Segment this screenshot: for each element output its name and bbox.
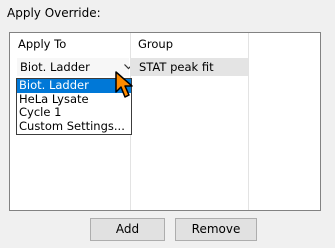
column-divider [248, 33, 249, 210]
group-cell[interactable]: STAT peak fit [130, 58, 248, 76]
apply-to-value: Biot. Ladder [20, 60, 90, 74]
remove-button[interactable]: Remove [175, 218, 257, 241]
group-value: STAT peak fit [139, 60, 214, 74]
mouse-pointer-icon [115, 71, 133, 98]
dropdown-option[interactable]: Custom Settings... [17, 119, 131, 134]
panel-title: Apply Override: [7, 6, 101, 20]
column-header-group[interactable]: Group [138, 37, 173, 51]
apply-to-combobox[interactable]: Biot. Ladder [17, 58, 133, 76]
override-grid[interactable]: Apply To Group Biot. Ladder STAT peak fi… [9, 32, 321, 211]
add-button[interactable]: Add [90, 218, 165, 241]
column-header-apply-to[interactable]: Apply To [18, 37, 66, 51]
dropdown-option[interactable]: Cycle 1 [17, 105, 131, 120]
